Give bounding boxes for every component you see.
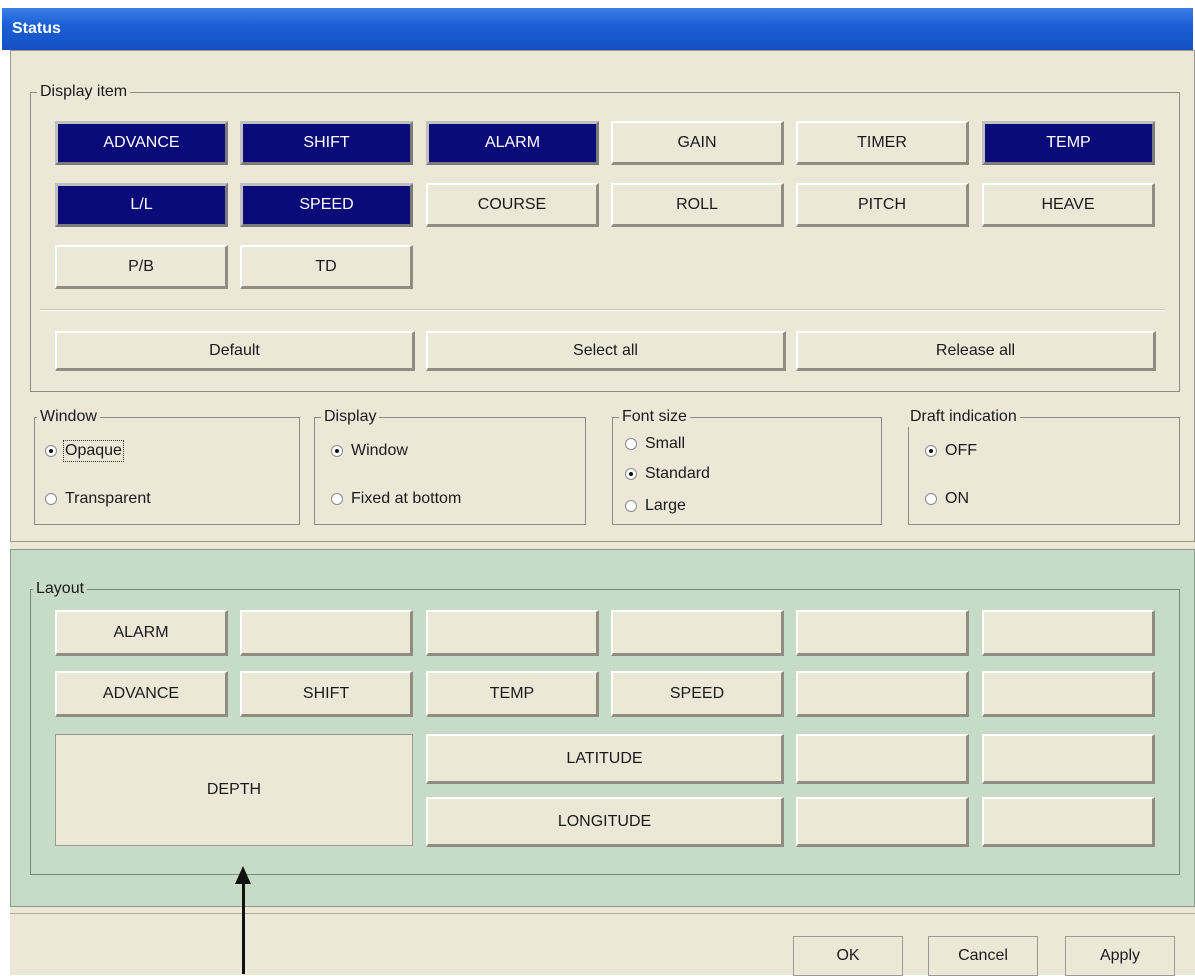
layout-slot-empty[interactable] [982, 797, 1155, 847]
radio-small[interactable]: Small [625, 435, 685, 453]
item-button-alarm[interactable]: ALARM [426, 121, 599, 165]
display-group-legend: Display [321, 407, 380, 427]
item-button-speed[interactable]: SPEED [240, 183, 413, 227]
radio-off[interactable]: OFF [925, 442, 977, 460]
radio-fixed-at-bottom[interactable]: Fixed at bottom [331, 490, 461, 508]
radio-dot-icon [625, 468, 637, 480]
item-button-course[interactable]: COURSE [426, 183, 599, 227]
radio-label: ON [945, 490, 969, 507]
radio-label: Fixed at bottom [351, 490, 462, 507]
window-group-legend: Window [37, 407, 100, 427]
radio-on[interactable]: ON [925, 490, 969, 508]
layout-slot-depth[interactable]: DEPTH [55, 734, 413, 846]
radio-dot-icon [625, 500, 637, 512]
item-button-timer[interactable]: TIMER [796, 121, 969, 165]
pointer-arrow-line [242, 880, 245, 974]
radio-dot-icon [625, 438, 637, 450]
layout-slot-empty[interactable] [982, 610, 1155, 656]
item-button-roll[interactable]: ROLL [611, 183, 784, 227]
layout-slot-empty[interactable] [796, 797, 969, 847]
item-button-gain[interactable]: GAIN [611, 121, 784, 165]
item-button-heave[interactable]: HEAVE [982, 183, 1155, 227]
font-size-group: Font size Small Standard Large [612, 407, 882, 525]
layout-slot-advance[interactable]: ADVANCE [55, 671, 228, 717]
radio-opaque[interactable]: Opaque [45, 440, 124, 462]
status-dialog: Status Display item ADVANCE SHIFT ALARM … [0, 0, 1195, 976]
radio-label: OFF [945, 442, 977, 459]
radio-window[interactable]: Window [331, 442, 408, 460]
layout-slot-empty[interactable] [426, 610, 599, 656]
radio-label: Window [351, 442, 408, 459]
layout-slot-empty[interactable] [982, 734, 1155, 784]
layout-slot-empty[interactable] [796, 610, 969, 656]
font-size-legend: Font size [619, 407, 690, 427]
radio-label: Small [645, 435, 686, 452]
item-button-advance[interactable]: ADVANCE [55, 121, 228, 165]
layout-slot-alarm[interactable]: ALARM [55, 610, 228, 656]
radio-label: Large [645, 497, 686, 514]
select-all-button[interactable]: Select all [426, 331, 786, 371]
window-group: Window Opaque Transparent [34, 407, 300, 525]
radio-label: Opaque [63, 440, 124, 462]
radio-large[interactable]: Large [625, 497, 686, 515]
item-button-td[interactable]: TD [240, 245, 413, 289]
radio-dot-icon [925, 445, 937, 457]
ok-button[interactable]: OK [793, 936, 903, 976]
item-button-pb[interactable]: P/B [55, 245, 228, 289]
title-bar[interactable]: Status [2, 8, 1193, 50]
release-all-button[interactable]: Release all [796, 331, 1156, 371]
radio-transparent[interactable]: Transparent [45, 490, 151, 508]
display-item-legend: Display item [37, 82, 131, 102]
item-button-temp[interactable]: TEMP [982, 121, 1155, 165]
radio-dot-icon [925, 493, 937, 505]
draft-indication-group: Draft indication OFF ON [907, 407, 1180, 525]
radio-standard[interactable]: Standard [625, 465, 710, 483]
radio-dot-icon [331, 493, 343, 505]
layout-slot-empty[interactable] [982, 671, 1155, 717]
layout-legend: Layout [33, 579, 88, 599]
radio-label: Standard [645, 465, 710, 482]
item-button-shift[interactable]: SHIFT [240, 121, 413, 165]
layout-slot-temp[interactable]: TEMP [426, 671, 599, 717]
item-button-ll[interactable]: L/L [55, 183, 228, 227]
layout-slot-shift[interactable]: SHIFT [240, 671, 413, 717]
draft-indication-legend: Draft indication [907, 407, 1020, 427]
layout-slot-empty[interactable] [240, 610, 413, 656]
display-group: Display Window Fixed at bottom [314, 407, 586, 525]
default-button[interactable]: Default [55, 331, 415, 371]
apply-button[interactable]: Apply [1065, 936, 1175, 976]
window-title: Status [12, 20, 61, 37]
layout-slot-empty[interactable] [611, 610, 784, 656]
layout-slot-empty[interactable] [796, 734, 969, 784]
layout-slot-latitude[interactable]: LATITUDE [426, 734, 784, 784]
radio-label: Transparent [65, 490, 151, 507]
item-button-pitch[interactable]: PITCH [796, 183, 969, 227]
cancel-button[interactable]: Cancel [928, 936, 1038, 976]
radio-dot-icon [331, 445, 343, 457]
radio-dot-icon [45, 445, 57, 457]
layout-slot-empty[interactable] [796, 671, 969, 717]
display-item-separator [40, 309, 1165, 311]
radio-dot-icon [45, 493, 57, 505]
layout-slot-longitude[interactable]: LONGITUDE [426, 797, 784, 847]
layout-slot-speed[interactable]: SPEED [611, 671, 784, 717]
